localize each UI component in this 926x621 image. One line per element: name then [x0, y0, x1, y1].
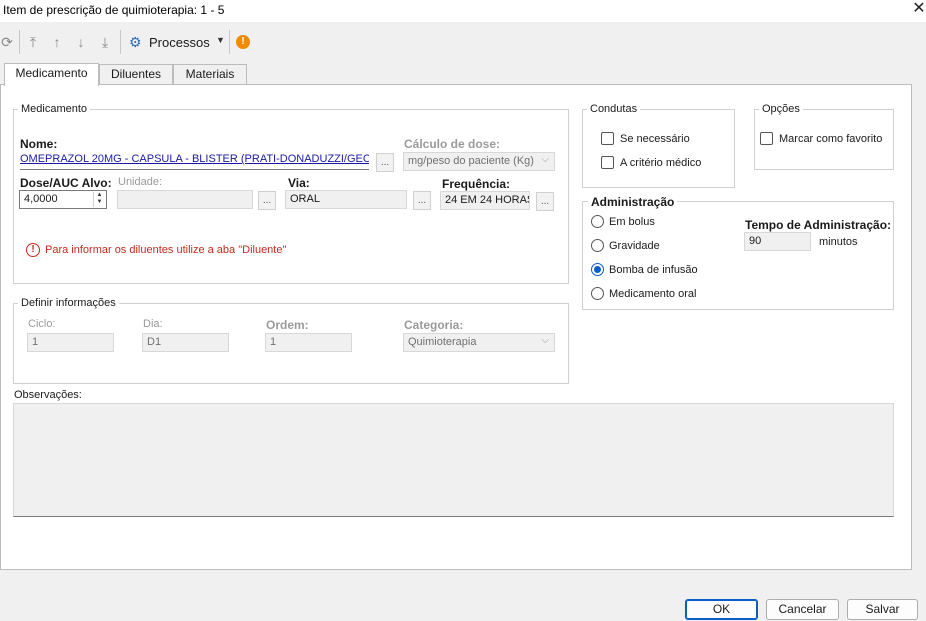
unidade-field — [117, 190, 253, 209]
warning-icon[interactable]: ! — [236, 35, 250, 49]
ok-button[interactable]: OK — [685, 599, 758, 620]
dose-label: Dose/AUC Alvo: — [20, 176, 112, 190]
observacoes-textarea[interactable] — [13, 403, 894, 517]
calculo-label: Cálculo de dose: — [404, 137, 501, 151]
chevron-down-icon: ⌵ — [541, 154, 549, 165]
move-up-icon[interactable]: ↑ — [48, 33, 66, 51]
nome-field[interactable]: OMEPRAZOL 20MG - CAPSULA - BLISTER (PRAT… — [20, 153, 369, 170]
medicamento-oral-label: Medicamento oral — [609, 288, 697, 300]
tab-diluentes[interactable]: Diluentes — [99, 64, 173, 85]
definir-group-title: Definir informações — [18, 297, 119, 309]
via-search-button[interactable]: ... — [413, 191, 431, 210]
tab-medicamento[interactable]: Medicamento — [4, 63, 99, 86]
criterio-medico-label: A critério médico — [620, 157, 702, 169]
info-icon: ! — [26, 243, 40, 257]
processos-button[interactable]: Processos — [149, 35, 210, 50]
chevron-down-icon[interactable]: ▼ — [216, 35, 225, 45]
via-field[interactable]: ORAL — [285, 190, 407, 209]
opcoes-group-title: Opções — [759, 103, 803, 115]
frequencia-field[interactable]: 24 EM 24 HORAS — [440, 191, 530, 210]
toolbar-separator — [229, 30, 230, 54]
favorito-label: Marcar como favorito — [779, 133, 883, 145]
ordem-label: Ordem: — [266, 318, 309, 332]
gear-icon[interactable]: ⚙ — [129, 34, 145, 50]
bomba-infusao-label: Bomba de infusão — [609, 264, 698, 276]
dia-label: Dia: — [143, 318, 163, 330]
toolbar-separator — [19, 30, 20, 54]
dia-field: D1 — [142, 333, 229, 352]
condutas-group-title: Condutas — [587, 103, 641, 115]
chevron-down-icon: ⌵ — [541, 335, 549, 346]
nome-search-button[interactable]: ... — [376, 153, 394, 172]
frequencia-label: Frequência: — [442, 177, 511, 191]
tempo-unit: minutos — [819, 236, 858, 248]
categoria-label: Categoria: — [404, 318, 464, 332]
em-bolus-label: Em bolus — [609, 216, 655, 228]
move-last-icon[interactable]: ⤓ — [96, 33, 114, 51]
condutas-group — [582, 109, 735, 188]
toolbar-separator — [120, 30, 121, 54]
em-bolus-radio[interactable] — [591, 215, 604, 228]
categoria-value: Quimioterapia — [408, 336, 477, 348]
window-title: Item de prescrição de quimioterapia: 1 -… — [3, 3, 225, 17]
frequencia-search-button[interactable]: ... — [536, 192, 554, 211]
dose-spinner[interactable]: ▲ ▼ — [93, 192, 105, 207]
ciclo-label: Ciclo: — [28, 318, 56, 330]
medicamento-oral-radio[interactable] — [591, 287, 604, 300]
calculo-value: mg/peso do paciente (Kg) — [408, 155, 534, 167]
tempo-input[interactable]: 90 — [744, 232, 811, 251]
criterio-medico-checkbox[interactable] — [601, 156, 614, 169]
favorito-checkbox[interactable] — [760, 132, 773, 145]
dose-input[interactable]: 4,0000 ▲ ▼ — [19, 190, 107, 209]
gravidade-label: Gravidade — [609, 240, 660, 252]
tempo-label: Tempo de Administração: — [745, 218, 892, 232]
cancel-button[interactable]: Cancelar — [766, 599, 839, 620]
unidade-label: Unidade: — [118, 176, 163, 188]
observacoes-label: Observações: — [14, 389, 82, 401]
move-first-icon[interactable]: ⤒ — [24, 33, 42, 51]
medicamento-group-title: Medicamento — [18, 103, 91, 115]
close-icon[interactable]: ✕ — [909, 0, 926, 20]
gravidade-radio[interactable] — [591, 239, 604, 252]
administracao-group-title: Administração — [588, 195, 678, 209]
ordem-field: 1 — [265, 333, 352, 352]
nome-label: Nome: — [20, 137, 58, 151]
diluente-info-message: Para informar os diluentes utilize a aba… — [45, 244, 287, 256]
refresh-icon[interactable]: ⟳ — [0, 33, 16, 51]
se-necessario-label: Se necessário — [620, 133, 690, 145]
ciclo-field: 1 — [27, 333, 114, 352]
via-label: Via: — [288, 176, 310, 190]
bomba-infusao-radio[interactable] — [591, 263, 604, 276]
unidade-search-button[interactable]: ... — [258, 191, 276, 210]
calculo-select[interactable]: mg/peso do paciente (Kg) ⌵ — [403, 152, 555, 171]
tab-materiais[interactable]: Materiais — [173, 64, 247, 85]
move-down-icon[interactable]: ↓ — [72, 33, 90, 51]
se-necessario-checkbox[interactable] — [601, 132, 614, 145]
categoria-select: Quimioterapia ⌵ — [403, 333, 555, 352]
dose-value: 4,0000 — [24, 193, 58, 205]
save-button[interactable]: Salvar — [847, 599, 918, 620]
